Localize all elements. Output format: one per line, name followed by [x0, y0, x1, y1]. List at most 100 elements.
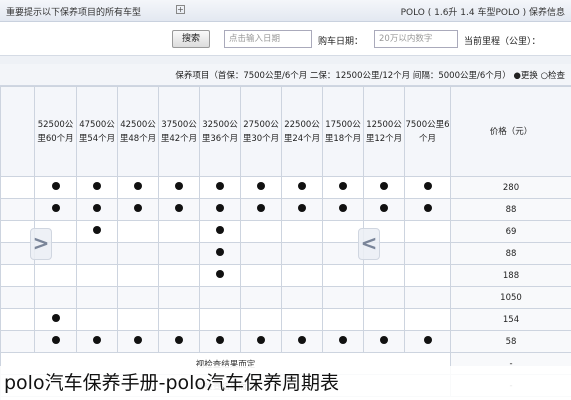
prev-arrow-button[interactable]: >: [30, 228, 52, 260]
mark-cell: [34, 176, 77, 199]
replace-dot-icon: [380, 336, 388, 344]
price-cell: 188: [450, 264, 571, 287]
mark-cell: [363, 176, 405, 199]
mark-cell: [322, 308, 364, 331]
mark-cell: [199, 264, 241, 287]
mark-cell: [404, 286, 451, 309]
header-blank-cell: [0, 86, 35, 177]
mileage-label: 当前里程（公里）：: [464, 37, 541, 47]
table-row: 88燃油滤清器: [0, 242, 571, 265]
mileage-column-header: 22500公里24个月: [281, 86, 323, 177]
mark-cell: [199, 308, 241, 331]
mark-cell: [281, 286, 323, 309]
mark-cell: [117, 308, 159, 331]
mark-cell: [281, 176, 323, 199]
mark-cell: [363, 286, 405, 309]
mileage-column-header: 17500公里18个月: [322, 86, 364, 177]
mark-cell: [117, 176, 159, 199]
search-row: 搜索 点击输入日期 购车日期： 20万以内数字 当前里程（公里）：: [0, 22, 571, 56]
top-notice-text: 重要提示以下保养项目的所有车型: [6, 8, 142, 18]
mark-cell: [158, 176, 200, 199]
replace-dot-icon: [380, 204, 388, 212]
table-row: 1050变速箱油（AT）: [0, 286, 571, 309]
mileage-column-header: 47500公里54个月: [76, 86, 118, 177]
mileage-input[interactable]: 20万以内数字: [374, 30, 458, 48]
replace-dot-icon: [175, 204, 183, 212]
replace-dot-icon: [298, 336, 306, 344]
mark-cell: [158, 220, 200, 243]
table-header-row: 52500公里60个月 47500公里54个月 42500公里48个月 37500公里…: [0, 86, 571, 177]
replace-dot-icon: [134, 204, 142, 212]
replace-dot-icon: [51, 314, 60, 322]
mark-cell: [34, 308, 77, 331]
mark-cell: [158, 286, 200, 309]
replace-dot-icon: [216, 248, 224, 256]
price-cell: 1050: [450, 286, 571, 309]
replace-dot-icon: [298, 182, 306, 190]
mark-cell: [34, 264, 77, 287]
purchase-date-input[interactable]: 点击输入日期: [224, 30, 312, 48]
caption-overlay: polo汽车保养手册-polo汽车保养周期表: [0, 366, 571, 400]
replace-dot-icon: [51, 182, 60, 190]
mark-cell: [117, 330, 159, 353]
replace-dot-icon: [380, 182, 388, 190]
mileage-column-header: 52500公里60个月: [34, 86, 77, 177]
mark-cell: [281, 198, 323, 221]
mark-cell: [322, 264, 364, 287]
mark-cell: [117, 242, 159, 265]
price-cell: 58: [450, 330, 571, 353]
mark-cell: [34, 286, 77, 309]
mark-cell: [322, 198, 364, 221]
replace-dot-icon: [51, 336, 60, 344]
mark-cell: [322, 286, 364, 309]
mark-cell: [158, 308, 200, 331]
mark-cell: [363, 330, 405, 353]
replace-dot-icon: [216, 226, 224, 234]
replace-dot-icon: [216, 182, 224, 190]
mark-cell: [322, 330, 364, 353]
mark-cell: [363, 198, 405, 221]
replace-dot-icon: [216, 336, 224, 344]
caption-text: polo汽车保养手册-polo汽车保养周期表: [4, 372, 340, 394]
edge-cell: [0, 330, 35, 353]
price-cell: 69: [450, 220, 571, 243]
replace-dot-icon: [257, 182, 265, 190]
next-arrow-button[interactable]: <: [358, 228, 380, 260]
replace-dot-icon: [175, 182, 183, 190]
replace-dot-icon: [257, 336, 265, 344]
mark-cell: [158, 264, 200, 287]
mileage-column-header: 42500公里48个月: [117, 86, 159, 177]
mark-cell: [34, 330, 77, 353]
mark-cell: [404, 220, 451, 243]
mark-cell: [199, 176, 241, 199]
maintenance-page: 重要提示以下保养项目的所有车型 + POLO ( 1.6升 1.4 车型POLO…: [0, 0, 571, 400]
table-row: 88机油滤清器: [0, 198, 571, 221]
replace-dot-icon: [423, 336, 432, 344]
search-button[interactable]: 搜索: [172, 30, 210, 48]
mark-cell: [117, 286, 159, 309]
mark-cell: [281, 330, 323, 353]
replace-dot-icon: [339, 182, 347, 190]
mark-cell: [404, 264, 451, 287]
mark-cell: [240, 308, 282, 331]
mileage-column-header: 12500公里12个月: [363, 86, 405, 177]
mark-cell: [158, 330, 200, 353]
replace-dot-icon: [339, 204, 347, 212]
price-cell: 280: [450, 176, 571, 199]
expand-icon[interactable]: +: [176, 5, 185, 14]
mark-cell: [240, 264, 282, 287]
mark-cell: [281, 220, 323, 243]
edge-cell: [0, 286, 35, 309]
replace-dot-icon: [175, 336, 183, 344]
price-cell: 88: [450, 198, 571, 221]
replace-dot-icon: [216, 270, 224, 278]
mileage-column-header: 7500公里6个月: [404, 86, 451, 177]
replace-dot-icon: [51, 204, 60, 212]
mark-cell: [34, 198, 77, 221]
mark-cell: [199, 330, 241, 353]
mark-cell: [158, 198, 200, 221]
mark-cell: [281, 308, 323, 331]
mark-cell: [240, 176, 282, 199]
maintenance-schedule-table: 52500公里60个月 47500公里54个月 42500公里48个月 37500公里…: [0, 86, 571, 400]
legend-bar: 保养项目（首保：7500公里/6个月 二保：12500公里/12个月 间隔：50…: [0, 64, 571, 86]
